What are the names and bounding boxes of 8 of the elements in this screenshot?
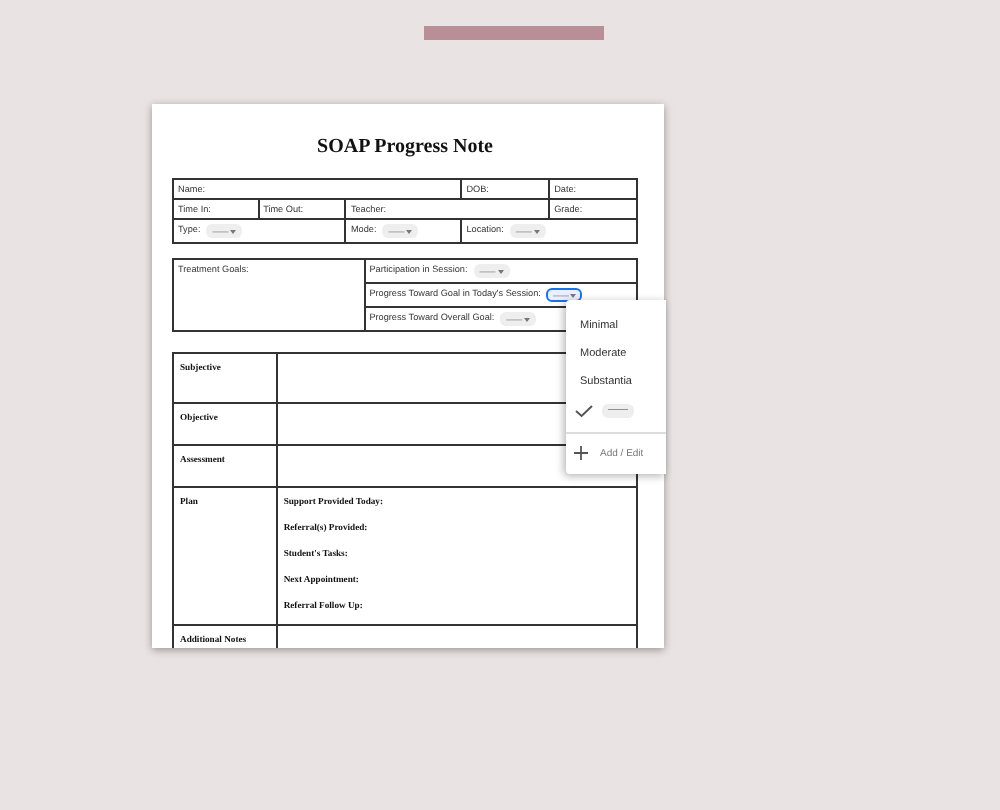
caret-icon [406, 229, 413, 233]
caret-icon [230, 229, 237, 233]
caret-icon [524, 317, 531, 321]
plus-icon [574, 446, 588, 460]
document-title: SOAP Progress Note [317, 136, 493, 158]
check-icon [574, 403, 594, 417]
caret-icon [533, 229, 540, 233]
caret-icon [497, 269, 504, 273]
